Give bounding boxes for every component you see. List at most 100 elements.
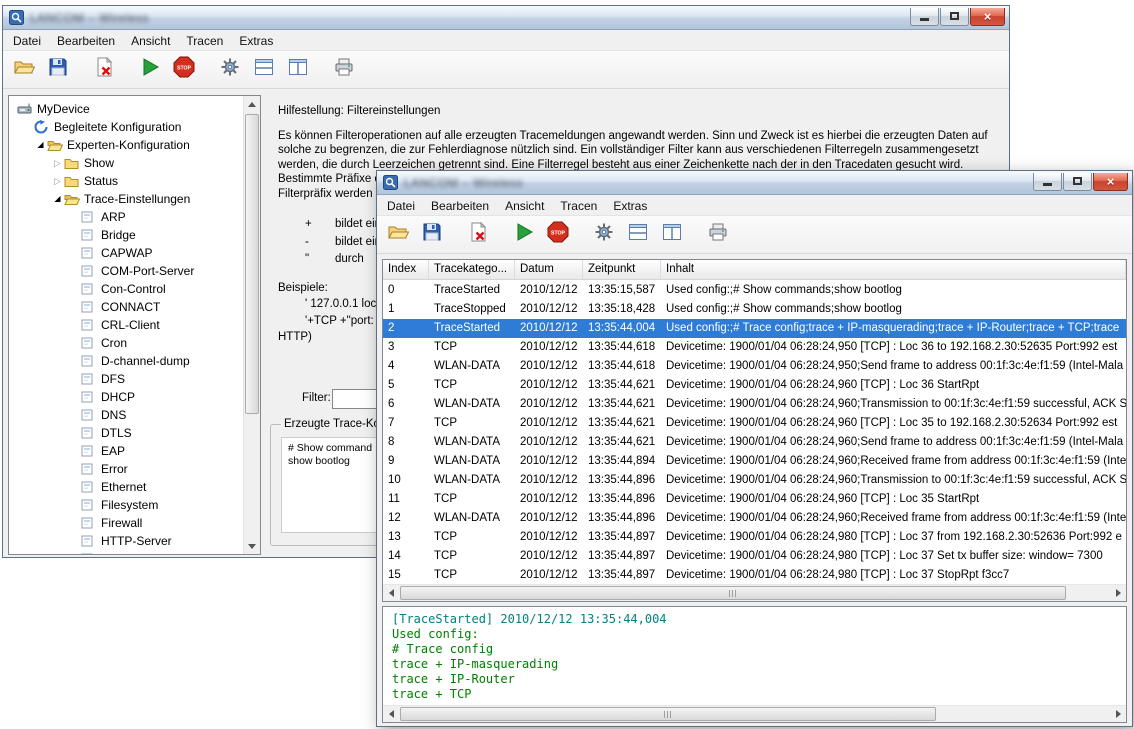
close-button[interactable]: × — [1093, 173, 1128, 191]
print-button[interactable] — [702, 220, 734, 250]
tree-item-dtls[interactable]: DTLS — [9, 424, 260, 442]
table-row[interactable]: 1TraceStopped2010/12/1213:35:18,428Used … — [383, 300, 1126, 319]
fg-titlebar[interactable]: LANCOM – Wireless × — [377, 171, 1132, 195]
table-hscrollbar[interactable] — [383, 584, 1126, 601]
minimize-button[interactable] — [1033, 173, 1062, 191]
detail-hscrollbar[interactable] — [383, 705, 1126, 722]
tree-item-com-port-server[interactable]: COM-Port-Server — [9, 262, 260, 280]
scroll-down-button[interactable] — [244, 538, 260, 554]
minimize-button[interactable] — [910, 8, 939, 26]
tree-item-iapp[interactable]: IAPP — [9, 550, 260, 555]
collapse-expander-icon[interactable]: ◢ — [34, 140, 47, 150]
split-horizontal-button[interactable] — [622, 220, 654, 250]
tree-item-dns[interactable]: DNS — [9, 406, 260, 424]
tree-item-capwap[interactable]: CAPWAP — [9, 244, 260, 262]
stop-trace-button[interactable]: STOP — [542, 220, 574, 250]
table-row[interactable]: 15TCP2010/12/1213:35:44,897Devicetime: 1… — [383, 566, 1126, 584]
menu-item-extras[interactable]: Extras — [605, 195, 655, 215]
tree-item-d-channel-dump[interactable]: D-channel-dump — [9, 352, 260, 370]
table-row[interactable]: 0TraceStarted2010/12/1213:35:15,587Used … — [383, 281, 1126, 300]
menu-item-datei[interactable]: Datei — [5, 30, 49, 50]
expand-expander-icon[interactable]: ▷ — [51, 176, 64, 186]
table-row[interactable]: 4WLAN-DATA2010/12/1213:35:44,618Deviceti… — [383, 357, 1126, 376]
tree-item-dfs[interactable]: DFS — [9, 370, 260, 388]
open-button[interactable] — [8, 55, 40, 85]
table-row[interactable]: 14TCP2010/12/1213:35:44,897Devicetime: 1… — [383, 547, 1126, 566]
settings-button[interactable] — [214, 55, 246, 85]
table-row[interactable]: 11TCP2010/12/1213:35:44,896Devicetime: 1… — [383, 490, 1126, 509]
menu-item-datei[interactable]: Datei — [379, 195, 423, 215]
tree-item-ethernet[interactable]: Ethernet — [9, 478, 260, 496]
delete-trace-button[interactable] — [462, 220, 494, 250]
tree-item-http-server[interactable]: HTTP-Server — [9, 532, 260, 550]
tree-item-con-control[interactable]: Con-Control — [9, 280, 260, 298]
column-header-date[interactable]: Datum — [515, 260, 583, 279]
menu-item-ansicht[interactable]: Ansicht — [497, 195, 552, 215]
table-row[interactable]: 7TCP2010/12/1213:35:44,621Devicetime: 19… — [383, 414, 1126, 433]
scroll-left-button[interactable] — [383, 706, 399, 722]
cell-content: Devicetime: 1900/01/04 06:28:24,960;Send… — [661, 433, 1126, 452]
tree-item-filesystem[interactable]: Filesystem — [9, 496, 260, 514]
tree-item-cron[interactable]: Cron — [9, 334, 260, 352]
expand-expander-icon[interactable]: ▷ — [51, 158, 64, 168]
scroll-thumb[interactable] — [245, 114, 259, 414]
split-vertical-button[interactable] — [282, 55, 314, 85]
settings-button[interactable] — [588, 220, 620, 250]
start-trace-button[interactable] — [508, 220, 540, 250]
menu-item-bearbeiten[interactable]: Bearbeiten — [423, 195, 497, 215]
tree-item-trace-einstellungen[interactable]: ◢Trace-Einstellungen — [9, 190, 260, 208]
tree-item-dhcp[interactable]: DHCP — [9, 388, 260, 406]
menu-item-extras[interactable]: Extras — [231, 30, 281, 50]
delete-trace-button[interactable] — [88, 55, 120, 85]
column-header-index[interactable]: Index — [383, 260, 429, 279]
tree-item-error[interactable]: Error — [9, 460, 260, 478]
open-button[interactable] — [382, 220, 414, 250]
tree-item-show[interactable]: ▷Show — [9, 154, 260, 172]
menu-item-bearbeiten[interactable]: Bearbeiten — [49, 30, 123, 50]
stop-trace-button[interactable]: STOP — [168, 55, 200, 85]
tree-item-arp[interactable]: ARP — [9, 208, 260, 226]
start-trace-button[interactable] — [134, 55, 166, 85]
tree-item-crl-client[interactable]: CRL-Client — [9, 316, 260, 334]
table-row[interactable]: 6WLAN-DATA2010/12/1213:35:44,621Deviceti… — [383, 395, 1126, 414]
table-row[interactable]: 8WLAN-DATA2010/12/1213:35:44,621Deviceti… — [383, 433, 1126, 452]
column-header-content[interactable]: Inhalt — [661, 260, 1126, 279]
table-row[interactable]: 9WLAN-DATA2010/12/1213:35:44,894Deviceti… — [383, 452, 1126, 471]
menu-item-tracen[interactable]: Tracen — [178, 30, 231, 50]
scroll-right-button[interactable] — [1110, 706, 1126, 722]
tree-item-firewall[interactable]: Firewall — [9, 514, 260, 532]
scroll-thumb[interactable] — [400, 707, 936, 721]
column-header-time[interactable]: Zeitpunkt — [583, 260, 661, 279]
split-vertical-button[interactable] — [656, 220, 688, 250]
column-header-category[interactable]: Tracekatego... — [429, 260, 515, 279]
menu-item-ansicht[interactable]: Ansicht — [123, 30, 178, 50]
tree-item-eap[interactable]: EAP — [9, 442, 260, 460]
scroll-thumb[interactable] — [400, 586, 1066, 600]
tree-item-status[interactable]: ▷Status — [9, 172, 260, 190]
split-horizontal-button[interactable] — [248, 55, 280, 85]
table-row[interactable]: 10WLAN-DATA2010/12/1213:35:44,896Devicet… — [383, 471, 1126, 490]
tree-item-begleitete-konfiguration[interactable]: Begleitete Konfiguration — [9, 118, 260, 136]
tree-item-connact[interactable]: CONNACT — [9, 298, 260, 316]
close-button[interactable]: × — [970, 8, 1005, 26]
tree-item-mydevice[interactable]: MyDevice — [9, 100, 260, 118]
save-button[interactable] — [416, 220, 448, 250]
maximize-button[interactable] — [940, 8, 969, 26]
table-row[interactable]: 5TCP2010/12/1213:35:44,621Devicetime: 19… — [383, 376, 1126, 395]
table-row[interactable]: 13TCP2010/12/1213:35:44,897Devicetime: 1… — [383, 528, 1126, 547]
maximize-button[interactable] — [1063, 173, 1092, 191]
scroll-left-button[interactable] — [383, 585, 399, 601]
scroll-right-button[interactable] — [1110, 585, 1126, 601]
table-row[interactable]: 3TCP2010/12/1213:35:44,618Devicetime: 19… — [383, 338, 1126, 357]
tree-scrollbar[interactable] — [243, 96, 260, 554]
tree-item-bridge[interactable]: Bridge — [9, 226, 260, 244]
bg-titlebar[interactable]: LANCOM – Wireless × — [3, 6, 1009, 30]
table-row[interactable]: 12WLAN-DATA2010/12/1213:35:44,896Devicet… — [383, 509, 1126, 528]
save-button[interactable] — [42, 55, 74, 85]
print-button[interactable] — [328, 55, 360, 85]
collapse-expander-icon[interactable]: ◢ — [51, 194, 64, 204]
table-row[interactable]: 2TraceStarted2010/12/1213:35:44,004Used … — [383, 319, 1126, 338]
menu-item-tracen[interactable]: Tracen — [552, 195, 605, 215]
tree-item-experten-konfiguration[interactable]: ◢Experten-Konfiguration — [9, 136, 260, 154]
scroll-up-button[interactable] — [244, 96, 260, 112]
